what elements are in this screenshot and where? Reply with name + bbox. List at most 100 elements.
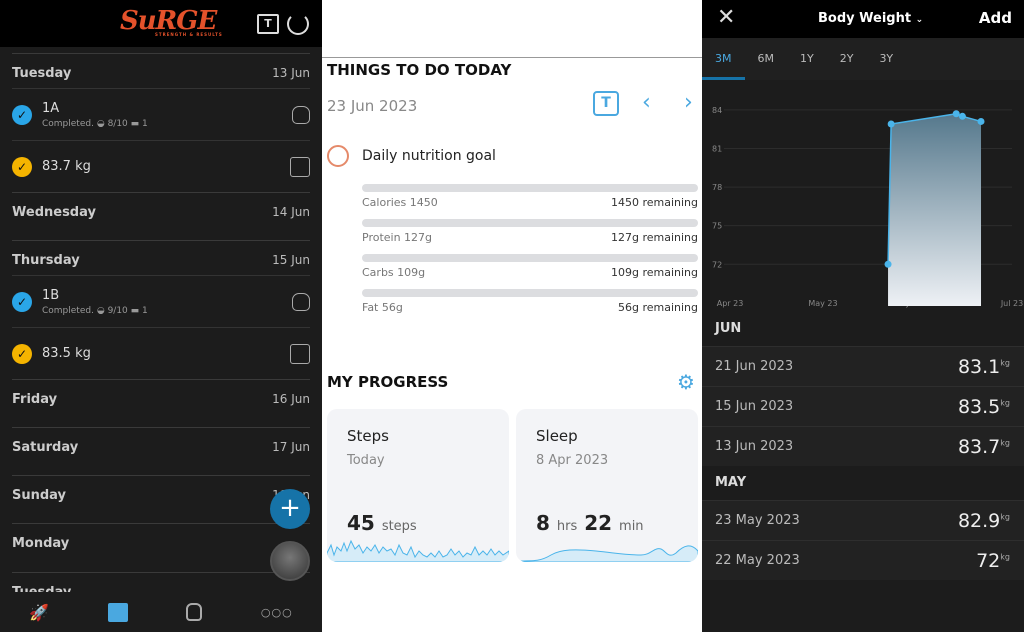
entry-comments: 1	[142, 305, 148, 316]
nutrition-list: Calories 1450 1450 remaining Protein 127g 1…	[362, 184, 698, 324]
entry-title: 83.5 kg	[42, 346, 91, 361]
entry-unit: kg	[1000, 552, 1010, 562]
month-header: MAY	[715, 475, 747, 490]
tab-3y[interactable]: 3Y	[866, 38, 906, 80]
day-header: Saturday 17 Jun	[12, 428, 310, 475]
metric-title: Body Weight	[818, 11, 912, 26]
nutrition-progress-bar	[362, 219, 698, 227]
day-header: Sunday18 Jun	[12, 476, 310, 523]
entry-date: 15 Jun 2023	[715, 399, 794, 414]
calendar-icon[interactable]	[107, 602, 128, 622]
nutrition-row: Carbs 109g 109g remaining	[362, 254, 698, 289]
day-header: Wednesday 14 Jun	[12, 193, 310, 240]
rpe-gauge-icon: ◒	[96, 118, 105, 129]
sleep-hours: 8	[536, 511, 550, 535]
weight-entry[interactable]: 13 Jun 2023 83.7kg	[702, 426, 1024, 466]
nutrition-label: Protein 127g	[362, 231, 433, 244]
entry-weight: 82.9	[957, 509, 1001, 532]
range-tabs: 3M 6M 1Y 2Y 3Y	[702, 38, 1024, 80]
steps-subtitle: Today	[347, 453, 385, 468]
today-calendar-icon[interactable]: T	[257, 14, 279, 34]
entry-comments: 1	[142, 118, 148, 129]
data-point	[884, 260, 892, 268]
rocket-icon[interactable]: 🚀	[29, 603, 49, 622]
steps-value: 45	[347, 511, 375, 535]
entry-title: 1A	[42, 100, 60, 116]
nutrition-progress-bar	[362, 254, 698, 262]
surge-logo: SuRGE STRENGTH & RESULTS	[120, 6, 223, 37]
weight-entry[interactable]: 22 May 2023 72kg	[702, 540, 1024, 580]
nutrition-row: Fat 56g 56g remaining	[362, 289, 698, 324]
entry-status: Completed.	[42, 118, 94, 129]
todo-title: THINGS TO DO TODAY	[327, 61, 512, 79]
day-list: Tuesday 13 Jun ✓ 1A Completed. ◒ 8/10 ▬ 1 ✓ 83…	[0, 53, 322, 621]
kettlebell-icon	[292, 292, 310, 311]
top-bar: SuRGE STRENGTH & RESULTS T	[0, 0, 322, 47]
current-date: 23 Jun 2023	[327, 97, 418, 115]
nutrition-progress-bar	[362, 289, 698, 297]
sleep-minutes: 22	[584, 511, 613, 535]
steps-card[interactable]: Steps Today 45 steps	[327, 409, 509, 562]
day-group: Friday 16 Jun	[12, 379, 310, 427]
day-group: Monday	[12, 523, 310, 572]
avatar[interactable]	[270, 541, 310, 581]
day-group: Wednesday 14 Jun	[12, 192, 310, 240]
kettlebell-icon[interactable]	[186, 603, 203, 621]
tab-1y[interactable]: 1Y	[787, 38, 827, 80]
data-point	[958, 112, 966, 120]
x-tick-label: Apr 23	[717, 299, 744, 308]
calendar-panel: SuRGE STRENGTH & RESULTS T Tuesday 13 Jun ✓…	[0, 0, 322, 632]
entry-weight: 83.5	[957, 395, 1001, 418]
y-tick-label: 75	[712, 222, 722, 231]
day-date: 16 Jun	[272, 392, 310, 406]
entry-title: 83.7 kg	[42, 159, 91, 174]
next-day-chevron-icon[interactable]: ›	[684, 90, 693, 115]
prev-day-chevron-icon[interactable]: ‹	[642, 90, 651, 115]
close-icon[interactable]: ✕	[717, 5, 735, 30]
month-header: JUN	[715, 321, 742, 336]
nutrition-remaining: 56g remaining	[617, 301, 698, 314]
metric-selector[interactable]: Body Weight ⌄	[818, 11, 923, 26]
entry-date: 21 Jun 2023	[715, 359, 794, 374]
y-tick-label: 72	[712, 260, 722, 269]
weight-entry[interactable]: 21 Jun 2023 83.1kg	[702, 346, 1024, 386]
day-date: 13 Jun	[272, 66, 310, 80]
entry-unit: kg	[1000, 398, 1010, 408]
workout-entry[interactable]: ✓ 1B Completed. ◒ 9/10 ▬ 1	[12, 275, 310, 327]
tab-2y[interactable]: 2Y	[827, 38, 867, 80]
entry-unit: kg	[1000, 438, 1010, 448]
entry-weight: 83.7	[957, 435, 1001, 458]
progress-title: MY PROGRESS	[327, 373, 449, 391]
today-button[interactable]: T	[593, 91, 619, 116]
gear-icon[interactable]: ⚙	[677, 370, 695, 394]
day-date: 15 Jun	[272, 253, 310, 267]
day-header: Monday	[12, 524, 310, 572]
nutrition-remaining: 127g remaining	[610, 231, 698, 244]
workout-entry[interactable]: ✓ 1A Completed. ◒ 8/10 ▬ 1	[12, 88, 310, 140]
refresh-icon[interactable]	[287, 13, 309, 35]
sleep-card[interactable]: Sleep 8 Apr 2023 8 hrs 22 min	[516, 409, 698, 562]
data-point	[887, 120, 895, 128]
day-header: Tuesday 13 Jun	[12, 54, 310, 88]
add-button[interactable]: Add	[979, 9, 1012, 27]
tab-3m[interactable]: 3M	[702, 38, 745, 80]
dashboard-panel: THINGS TO DO TODAY 23 Jun 2023 T ‹ › Dai…	[322, 0, 702, 632]
goal-label: Daily nutrition goal	[362, 148, 496, 164]
add-button[interactable]: +	[270, 489, 310, 529]
check-icon: ✓	[12, 343, 32, 364]
weight-entry[interactable]: ✓ 83.5 kg	[12, 327, 310, 379]
scale-icon	[290, 156, 310, 177]
weight-entry[interactable]: 15 Jun 2023 83.5kg	[702, 386, 1024, 426]
x-tick-label: May 23	[808, 299, 837, 308]
day-group: Sunday18 Jun	[12, 475, 310, 523]
goal-checkbox[interactable]	[327, 145, 349, 167]
data-point	[977, 117, 985, 125]
day-name: Thursday	[12, 253, 80, 268]
more-icon[interactable]: ○○○	[261, 606, 293, 619]
entry-title: 1B	[42, 287, 60, 303]
steps-title: Steps	[347, 427, 389, 445]
weight-entry[interactable]: 23 May 2023 82.9kg	[702, 500, 1024, 540]
weight-entry[interactable]: ✓ 83.7 kg	[12, 140, 310, 192]
entry-unit: kg	[1000, 512, 1010, 522]
tab-6m[interactable]: 6M	[745, 38, 788, 80]
